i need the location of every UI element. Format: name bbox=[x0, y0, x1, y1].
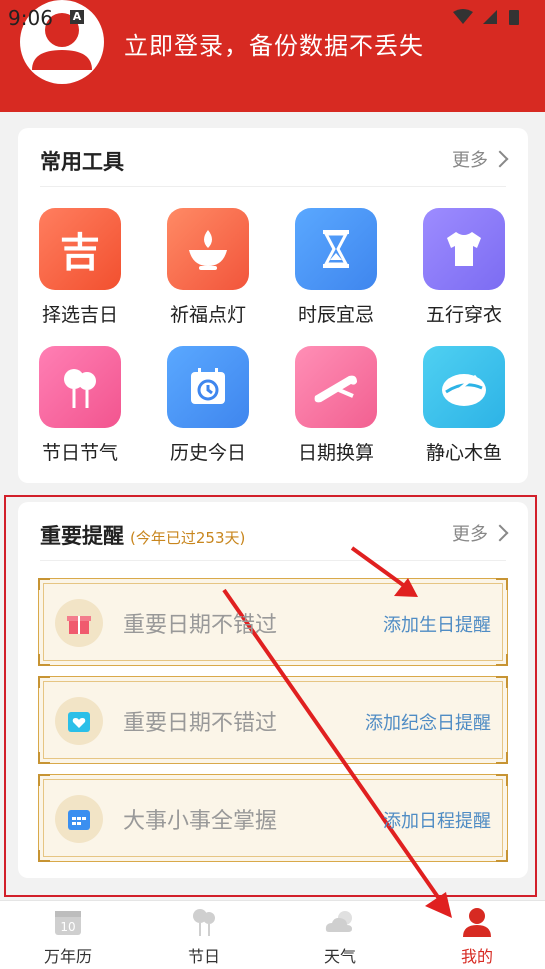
nav-label: 我的 bbox=[460, 947, 493, 966]
nav-item-festival[interactable]: 节日 bbox=[164, 905, 244, 967]
wooden-fish-icon bbox=[423, 346, 505, 428]
profile-icon bbox=[460, 905, 494, 939]
tool-label: 历史今日 bbox=[169, 442, 246, 464]
add-birthday-reminder-link[interactable]: 添加生日提醒 bbox=[383, 611, 491, 637]
status-indicator: A bbox=[70, 10, 84, 24]
status-icons bbox=[453, 9, 519, 25]
battery-icon bbox=[509, 10, 519, 25]
tools-more-label: 更多 bbox=[452, 150, 488, 171]
tool-festivals[interactable]: 节日节气 bbox=[30, 346, 130, 465]
tool-label: 节日节气 bbox=[41, 442, 118, 464]
nav-item-profile[interactable]: 我的 bbox=[437, 905, 517, 967]
tool-label: 五行穿衣 bbox=[425, 304, 502, 326]
reminder-text: 重要日期不错过 bbox=[123, 711, 278, 736]
tools-card: 常用工具 更多 吉 择选吉日 祈福点灯 时辰宜忌 五行穿衣 节日节气 历史今日 … bbox=[18, 128, 528, 483]
tool-five-elements-dress[interactable]: 五行穿衣 bbox=[414, 208, 514, 327]
wifi-icon bbox=[453, 9, 473, 24]
tools-more-link[interactable]: 更多 bbox=[452, 146, 509, 172]
tool-wooden-fish[interactable]: 静心木鱼 bbox=[414, 346, 514, 465]
bottom-nav: 10 万年历 节日 天气 我的 bbox=[0, 900, 545, 969]
nav-item-weather[interactable]: 天气 bbox=[300, 905, 380, 967]
reminder-text: 重要日期不错过 bbox=[123, 613, 278, 638]
gift-icon bbox=[55, 599, 103, 647]
calendar-icon: 10 bbox=[51, 905, 85, 939]
svg-text:10: 10 bbox=[60, 920, 75, 934]
nav-label: 节日 bbox=[187, 947, 220, 966]
nav-label: 万年历 bbox=[43, 947, 92, 966]
add-schedule-reminder-link[interactable]: 添加日程提醒 bbox=[383, 807, 491, 833]
festival-icon bbox=[187, 905, 221, 939]
balloon-icon bbox=[39, 346, 121, 428]
divider bbox=[40, 186, 506, 187]
reminder-text: 大事小事全掌握 bbox=[123, 809, 278, 834]
nav-label: 天气 bbox=[323, 947, 356, 966]
signal-icon bbox=[483, 10, 497, 24]
header: 9:06 A 立即登录，备份数据不丢失 bbox=[0, 0, 545, 112]
tool-label: 日期换算 bbox=[297, 442, 374, 464]
login-prompt[interactable]: 立即登录，备份数据不丢失 bbox=[124, 26, 424, 61]
nav-item-calendar[interactable]: 10 万年历 bbox=[28, 905, 108, 967]
heart-calendar-icon bbox=[55, 697, 103, 745]
schedule-calendar-icon bbox=[55, 795, 103, 843]
shirt-icon bbox=[423, 208, 505, 290]
tool-auspicious-day[interactable]: 吉 择选吉日 bbox=[30, 208, 130, 327]
add-anniversary-reminder-link[interactable]: 添加纪念日提醒 bbox=[365, 709, 491, 735]
tool-history-today[interactable]: 历史今日 bbox=[158, 346, 258, 465]
weather-icon bbox=[323, 905, 357, 939]
tool-label: 择选吉日 bbox=[41, 304, 118, 326]
tool-hour-taboo[interactable]: 时辰宜忌 bbox=[286, 208, 386, 327]
hourglass-icon bbox=[295, 208, 377, 290]
status-time: 9:06 bbox=[8, 6, 53, 30]
auspicious-day-icon: 吉 bbox=[39, 208, 121, 290]
chevron-right-icon bbox=[491, 150, 509, 168]
tool-prayer-lamp[interactable]: 祈福点灯 bbox=[158, 208, 258, 327]
lamp-icon bbox=[167, 208, 249, 290]
tool-date-convert[interactable]: 日期换算 bbox=[286, 346, 386, 465]
tools-title: 常用工具 bbox=[40, 150, 124, 174]
tool-label: 静心木鱼 bbox=[425, 442, 502, 464]
calendar-history-icon bbox=[167, 346, 249, 428]
scroll-icon bbox=[295, 346, 377, 428]
tool-label: 祈福点灯 bbox=[169, 304, 246, 326]
tool-label: 时辰宜忌 bbox=[297, 304, 374, 326]
